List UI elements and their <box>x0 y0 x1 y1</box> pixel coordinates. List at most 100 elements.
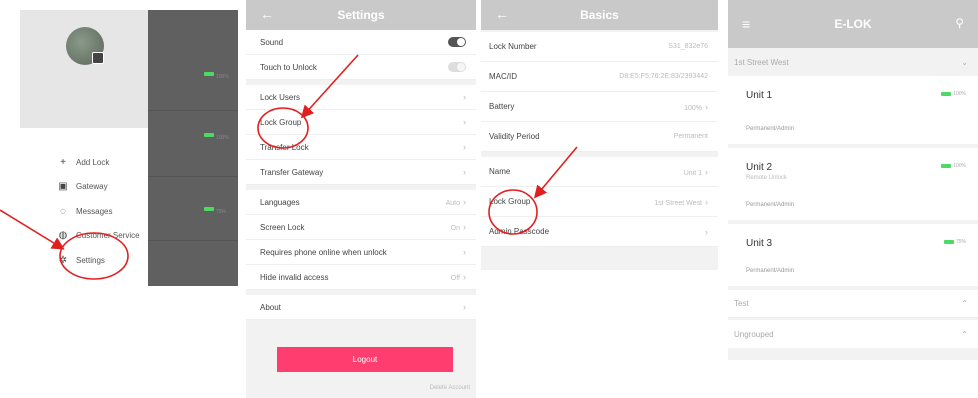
settings-row-lock-users[interactable]: Lock Users › <box>246 85 476 110</box>
row-label: Languages <box>260 197 300 207</box>
settings-row-transfer-gateway[interactable]: Transfer Gateway › <box>246 160 476 185</box>
settings-row-requires-online[interactable]: Requires phone online when unlock › <box>246 240 476 265</box>
lock-permission: Permanent/Admin <box>746 126 795 132</box>
row-label: Requires phone online when unlock <box>260 247 387 257</box>
row-value: Off <box>450 275 460 282</box>
lock-card-unit-3[interactable]: Unit 3 Permanent/Admin 75% <box>728 224 978 286</box>
group-header-ungrouped[interactable]: Ungrouped ⌃ <box>728 320 978 348</box>
menu-icon[interactable]: ≡ <box>742 16 750 32</box>
menu-item-settings[interactable]: ✲ Settings <box>56 248 148 273</box>
menu-item-label: Messages <box>76 206 113 216</box>
lock-permission: Permanent/Admin <box>746 268 795 274</box>
chevron-right-icon: › <box>463 222 466 232</box>
chevron-down-icon: ⌄ <box>236 26 238 39</box>
chevron-right-icon: › <box>705 226 708 237</box>
chevron-right-icon: › <box>463 117 466 127</box>
drawer-header <box>20 10 148 128</box>
lock-name: Unit 3 <box>746 238 773 249</box>
menu-item-label: Customer Service <box>76 231 140 241</box>
settings-row-languages[interactable]: Languages Auto › <box>246 190 476 215</box>
chevron-right-icon: › <box>463 197 466 207</box>
lock-name: Unit 2 <box>746 162 773 173</box>
row-label: MAC/ID <box>489 72 517 81</box>
drawer-menu: + Add Lock ▣ Gateway ◌ Messages ◍ Customer S… <box>56 150 148 273</box>
menu-item-messages[interactable]: ◌ Messages <box>56 199 148 224</box>
divider <box>148 110 238 111</box>
basics-row-mac-id: MAC/ID D8:E5:F5:76:2E:83/2393442 <box>481 62 718 92</box>
lock-card-unit-2[interactable]: Unit 2 Remote Unlock Permanent/Admin 100… <box>728 148 978 220</box>
lock-name: Unit 1 <box>746 90 773 101</box>
delete-account-link[interactable]: Delete Account <box>430 385 470 391</box>
chevron-right-icon: › <box>463 247 466 257</box>
row-label: Screen Lock <box>260 222 305 232</box>
drawer-panel: ⌄ 100% 100% 75% ⌃ + Add Lock ▣ Gateway ◌ Me… <box>20 0 238 290</box>
settings-row-touch-unlock[interactable]: Touch to Unlock <box>246 55 476 80</box>
search-icon[interactable]: ⚲ <box>955 16 964 30</box>
touch-unlock-toggle[interactable] <box>448 62 466 72</box>
settings-row-hide-invalid[interactable]: Hide invalid access Off › <box>246 265 476 290</box>
row-label: Lock Group <box>489 197 531 206</box>
sound-toggle[interactable] <box>448 37 466 47</box>
row-label: Transfer Gateway <box>260 167 324 177</box>
divider <box>148 240 238 241</box>
chevron-right-icon: › <box>463 167 466 177</box>
settings-row-lock-group[interactable]: Lock Group › <box>246 110 476 135</box>
row-label: About <box>260 302 281 312</box>
lock-card-unit-1[interactable]: Unit 1 Permanent/Admin 100% <box>728 76 978 144</box>
battery-indicator: 75% <box>943 239 966 245</box>
basics-row-lock-number: Lock Number S31_832e76 <box>481 32 718 62</box>
settings-row-about[interactable]: About › <box>246 295 476 320</box>
app-title: E-LOK <box>834 17 872 31</box>
group-header-test[interactable]: Test ⌃ <box>728 290 978 318</box>
menu-item-add-lock[interactable]: + Add Lock <box>56 150 148 175</box>
settings-row-screen-lock[interactable]: Screen Lock On › <box>246 215 476 240</box>
row-label: Transfer Lock <box>260 142 309 152</box>
basics-row-name[interactable]: Name Unit 1 › <box>481 157 718 187</box>
gear-icon: ✲ <box>58 254 68 266</box>
chevron-right-icon: › <box>705 101 708 112</box>
row-label: Name <box>489 167 511 176</box>
chevron-down-icon: ⌄ <box>961 57 968 67</box>
basics-row-battery[interactable]: Battery 100% › <box>481 92 718 122</box>
lock-permission: Permanent/Admin <box>746 202 795 208</box>
row-label: Hide invalid access <box>260 272 329 282</box>
menu-item-label: Add Lock <box>76 157 110 167</box>
menu-item-gateway[interactable]: ▣ Gateway <box>56 175 148 200</box>
settings-row-sound[interactable]: Sound <box>246 30 476 55</box>
battery-indicator: 75% <box>204 200 230 215</box>
customer-service-icon: ◍ <box>58 230 68 242</box>
menu-item-customer-service[interactable]: ◍ Customer Service <box>56 224 148 249</box>
basics-header: ← Basics <box>481 0 718 30</box>
basics-row-admin-passcode[interactable]: Admin Passcode › <box>481 217 718 247</box>
back-arrow-icon[interactable]: ← <box>260 6 274 22</box>
battery-indicator: 100% <box>204 65 230 80</box>
settings-row-transfer-lock[interactable]: Transfer Lock › <box>246 135 476 160</box>
chevron-right-icon: › <box>463 92 466 102</box>
row-label: Admin Passcode <box>489 227 550 236</box>
drawer-overlay[interactable]: ⌄ 100% 100% 75% ⌃ <box>148 10 238 286</box>
menu-item-label: Settings <box>76 255 105 265</box>
row-label: Lock Number <box>489 42 537 51</box>
menu-item-label: Gateway <box>76 182 108 192</box>
back-arrow-icon[interactable]: ← <box>495 6 509 22</box>
settings-header: ← Settings <box>246 0 476 30</box>
camera-icon[interactable] <box>92 52 104 64</box>
row-value: Unit 1 <box>683 169 702 177</box>
basics-panel: ← Basics Lock Number S31_832e76 MAC/ID D8:… <box>481 0 718 270</box>
chevron-up-icon: ⌃ <box>236 254 238 267</box>
basics-row-lock-group[interactable]: Lock Group 1st Street West › <box>481 187 718 217</box>
lock-subtitle: Remote Unlock <box>746 175 788 181</box>
lock-list-panel: ≡ E-LOK ⚲ 1st Street West ⌄ Unit 1 Perman… <box>728 0 978 360</box>
row-value: On <box>450 225 460 232</box>
row-label: Sound <box>260 37 284 47</box>
chevron-right-icon: › <box>463 302 466 312</box>
group-label: 1st Street West <box>734 57 789 67</box>
logout-button[interactable]: Logout <box>277 347 453 372</box>
group-header-1st-street-west[interactable]: 1st Street West ⌄ <box>728 48 978 76</box>
group-label: Test <box>734 299 749 308</box>
row-label: Lock Group <box>260 117 302 127</box>
row-value: Auto <box>445 200 460 207</box>
row-value: S31_832e76 <box>668 43 708 50</box>
row-value: D8:E5:F5:76:2E:83/2393442 <box>619 73 708 80</box>
settings-panel: ← Settings Sound Touch to Unlock Lock Us… <box>246 0 476 398</box>
